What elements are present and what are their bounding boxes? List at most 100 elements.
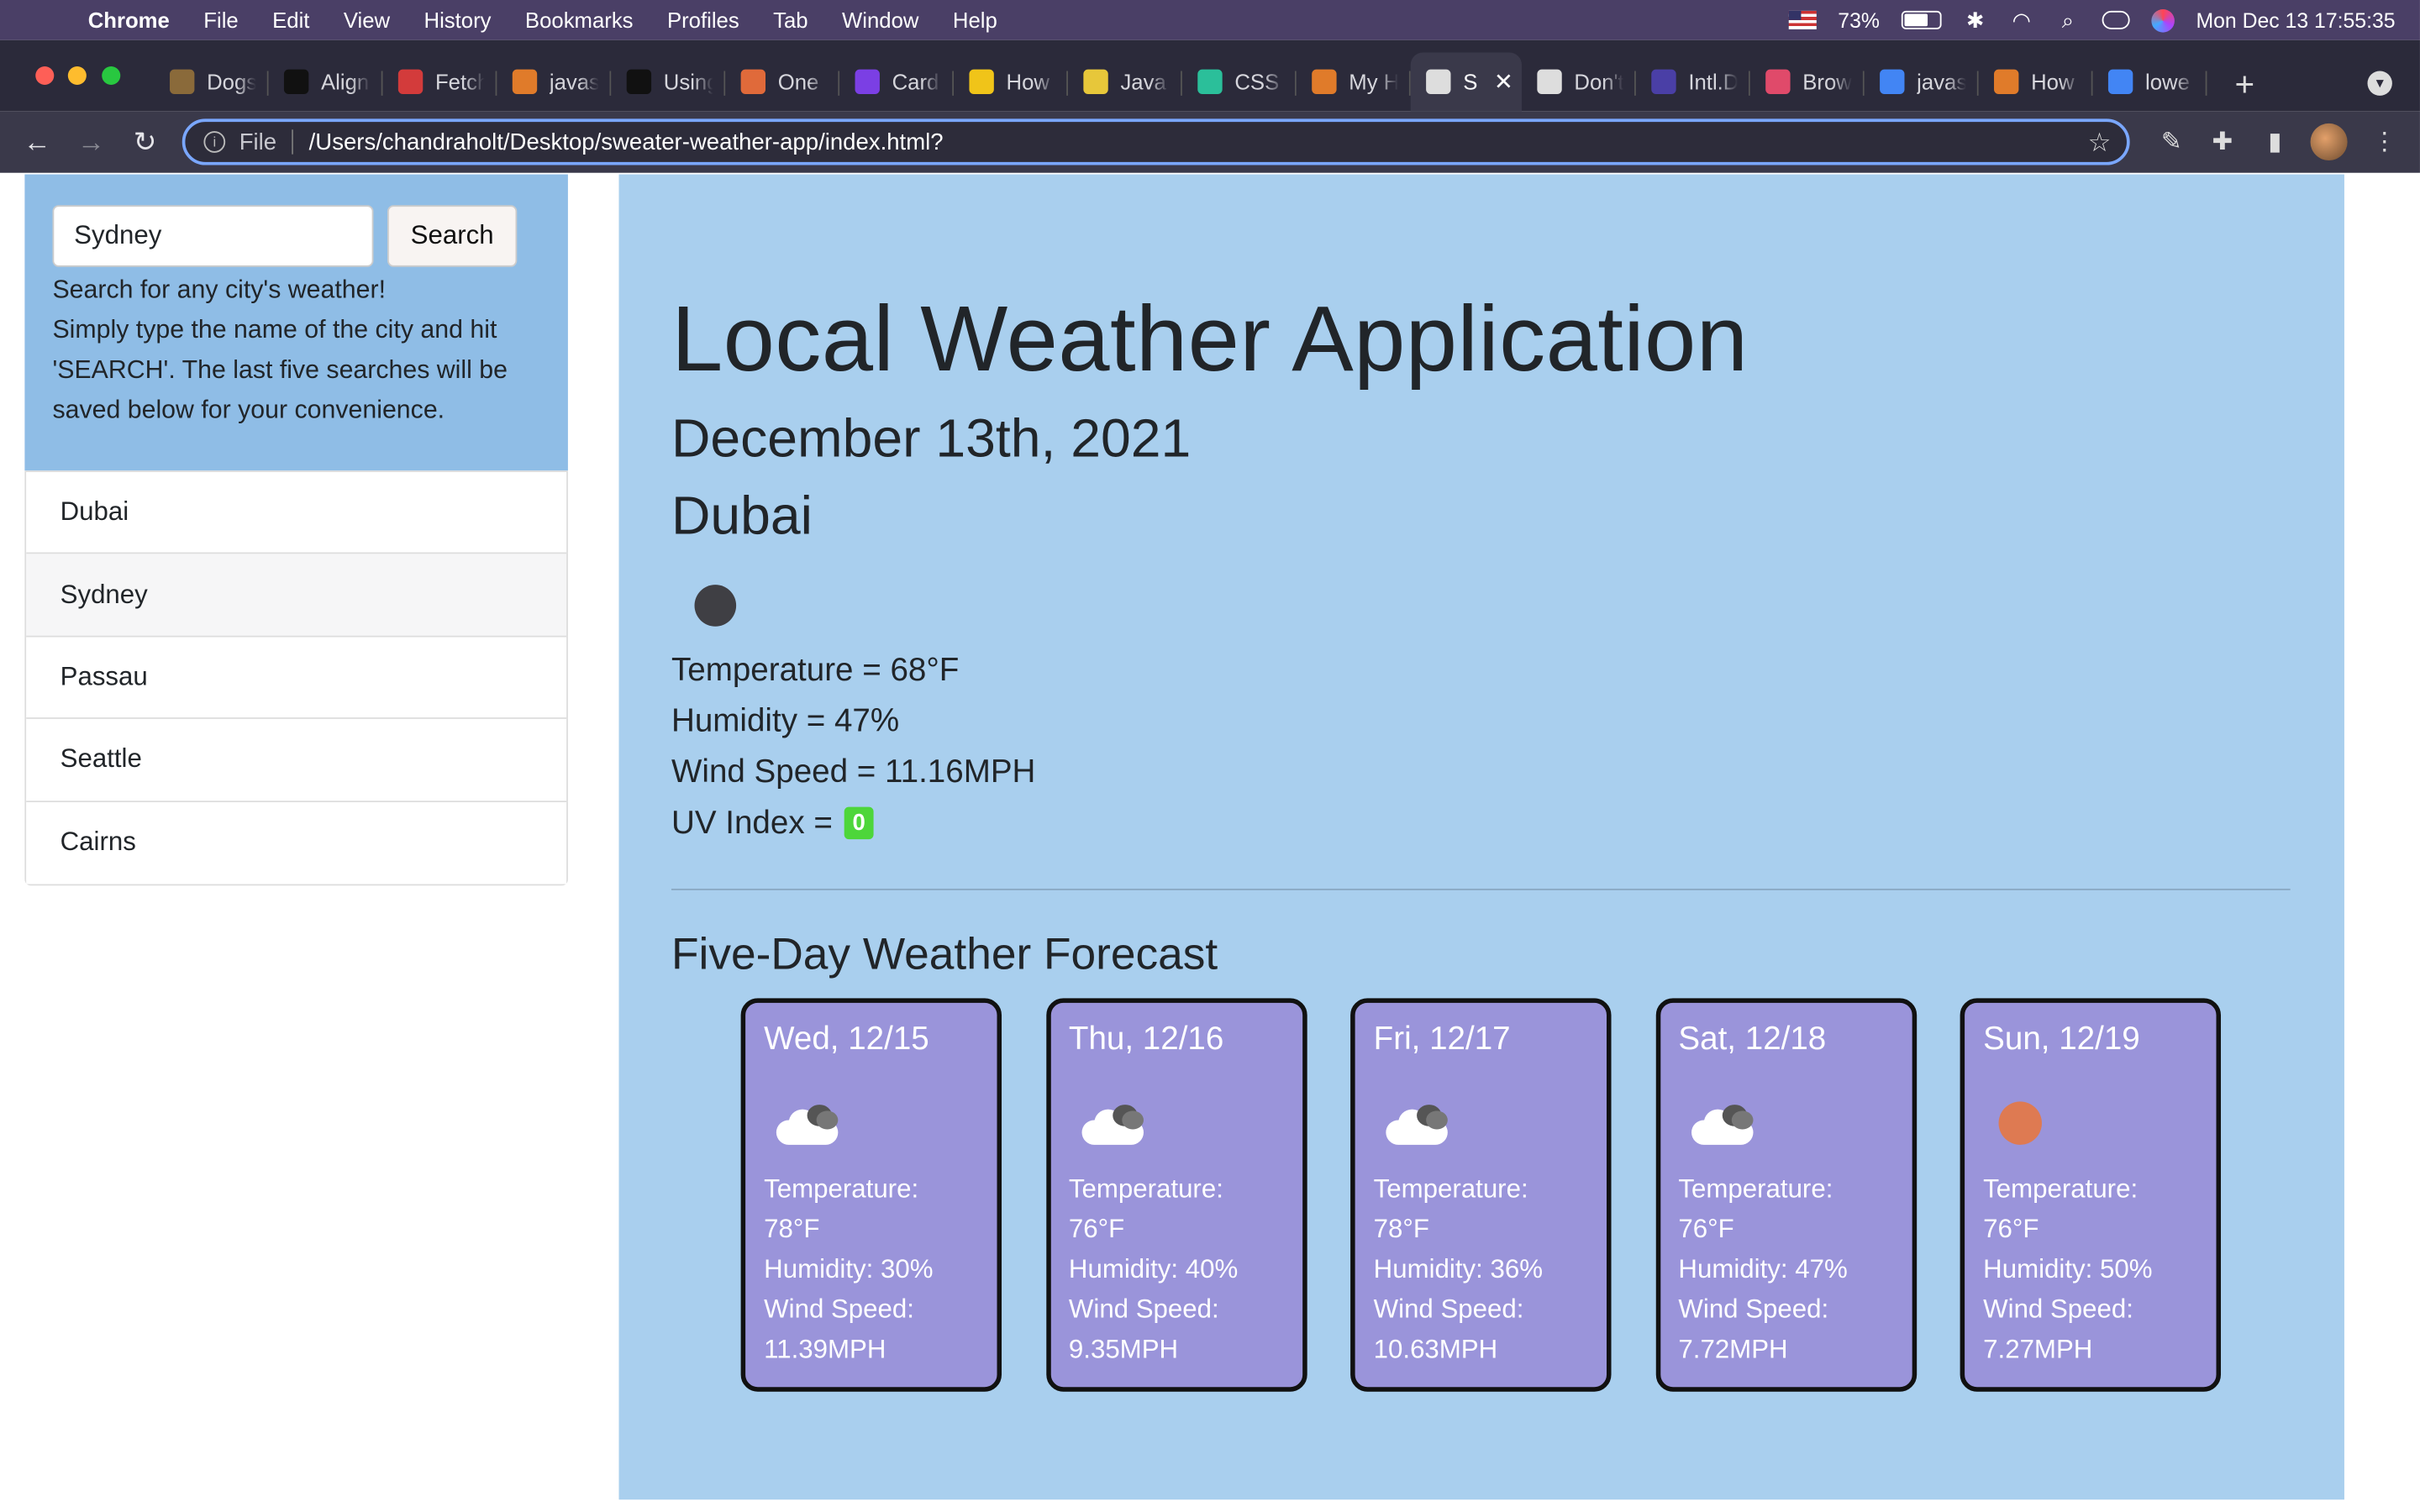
history-item-seattle[interactable]: Seattle [26,719,567,802]
tab-favicon-icon [397,69,424,95]
forecast-wind-label: Wind Speed: [764,1294,914,1324]
browser-tab[interactable]: Don't [1522,52,1636,111]
screen: Chrome File Edit View History Bookmarks … [0,0,2420,1512]
cloud-icon [1386,1105,1448,1145]
uv-index-row: UV Index = 0 [671,806,873,843]
spotlight-search-icon[interactable]: ⌕ [2055,7,2080,32]
zoom-window-icon[interactable] [102,66,121,86]
search-button[interactable]: Search [387,205,518,267]
tab-favicon-icon [1426,69,1451,95]
siri-icon[interactable] [2151,8,2175,32]
forecast-temp: 78°F [1373,1214,1429,1244]
current-date: December 13th, 2021 [671,408,1192,470]
pen-extension-icon[interactable]: ✎ [2156,127,2187,158]
control-center-icon[interactable] [2102,10,2130,29]
forecast-wind: 9.35MPH [1068,1334,1179,1364]
input-source-flag-icon[interactable] [1788,10,1817,29]
menu-file[interactable]: File [203,8,238,32]
close-window-icon[interactable] [35,66,55,86]
search-panel: Search Search for any city's weather! Si… [24,174,568,471]
browser-tab[interactable]: Align [269,52,383,111]
forecast-temp-label: Temperature: [1983,1173,2139,1204]
forecast-humidity: Humidity: 36% [1373,1254,1543,1284]
reload-icon[interactable]: ↻ [127,123,164,160]
tab-label: S [1463,69,1478,95]
apple-icon[interactable] [33,8,57,32]
browser-tab[interactable]: Brow [1750,52,1865,111]
tab-close-icon[interactable]: ✕ [1494,68,1513,96]
bookmark-star-icon[interactable]: ☆ [2088,128,2112,159]
info-icon[interactable]: i [203,131,226,153]
profile-avatar[interactable] [2310,123,2348,161]
tab-label: Fetch [434,69,485,95]
cloud-icon [776,1105,839,1145]
browser-tab[interactable]: javas [1865,52,1979,111]
menu-edit[interactable]: Edit [272,8,309,32]
address-bar[interactable]: i File /Users/chandraholt/Desktop/sweate… [182,118,2130,165]
url-text[interactable]: /Users/chandraholt/Desktop/sweater-weath… [309,129,944,155]
menu-help[interactable]: Help [953,8,997,32]
city-search-input[interactable] [52,205,374,267]
tab-label: Don't [1574,69,1624,95]
search-help-text: Search for any city's weather! Simply ty… [52,270,546,430]
tab-favicon-icon [1765,69,1791,95]
history-item-passau[interactable]: Passau [26,637,567,720]
browser-tab[interactable]: Java [1068,52,1182,111]
tab-favicon-icon [1083,69,1108,95]
forecast-temp: 76°F [1983,1214,2039,1244]
forecast-card: Sun, 12/19 Temperature: 76°F Humidity: 50% W… [1960,998,2222,1392]
back-arrow-icon[interactable]: ← [18,123,55,160]
menu-profiles[interactable]: Profiles [667,8,739,32]
history-item-dubai[interactable]: Dubai [26,472,567,555]
new-tab-plus-icon[interactable]: + [2235,65,2255,105]
browser-tab[interactable]: One [725,52,840,111]
forecast-temp-label: Temperature: [764,1173,919,1204]
tab-favicon-icon [626,69,652,95]
menu-window[interactable]: Window [842,8,918,32]
browser-tab[interactable]: Card [839,52,955,111]
sun-icon [1998,1101,2042,1145]
tab-favicon-icon [283,69,309,95]
browser-tab[interactable]: lowe [2093,52,2207,111]
forecast-temp-label: Temperature: [1373,1173,1528,1204]
forecast-title: Five-Day Weather Forecast [671,930,1218,980]
browser-tab[interactable]: My H [1297,52,1411,111]
history-item-sydney[interactable]: Sydney [26,554,567,638]
forecast-card: Thu, 12/16 Temperature: 76°F Humidity: 40% W… [1045,998,1307,1392]
forecast-details: Temperature: 76°F Humidity: 50% Wind Speed:… [1983,1169,2152,1370]
browser-tab[interactable]: Fetch [383,52,497,111]
cloud-icon [1081,1105,1144,1145]
side-panel-icon[interactable]: ▮ [2260,127,2291,158]
minimize-window-icon[interactable] [67,66,87,86]
browser-tab[interactable]: How [1979,52,2093,111]
forecast-day: Sun, 12/19 [1983,1021,2140,1058]
menu-bookmarks[interactable]: Bookmarks [525,8,634,32]
tab-favicon-icon [170,69,195,95]
tab-label: My H [1349,69,1399,95]
forecast-temp: 76°F [1068,1214,1125,1244]
menu-history[interactable]: History [424,8,492,32]
browser-tab[interactable]: Using [611,52,726,111]
tab-favicon-icon [1537,69,1562,95]
history-item-cairns[interactable]: Cairns [26,801,567,885]
wifi-icon[interactable]: ◠ [2009,7,2033,32]
forward-arrow-icon[interactable]: → [72,123,109,160]
more-menu-icon[interactable]: ⋮ [2369,127,2400,158]
menu-clock[interactable]: Mon Dec 13 17:55:35 [2196,8,2395,32]
browser-tab[interactable]: S ✕ [1410,52,1522,112]
tab-label: javas [1917,69,1966,95]
browser-tab[interactable]: javas [497,52,612,111]
menu-tab[interactable]: Tab [773,8,808,32]
battery-icon[interactable] [1901,10,1942,29]
tab-search-chevron-icon[interactable]: ▾ [2367,71,2392,96]
menu-view[interactable]: View [344,8,390,32]
browser-tab[interactable]: Intl.D [1636,52,1750,111]
extensions-puzzle-icon[interactable]: ✚ [2207,127,2238,158]
menu-app-name[interactable]: Chrome [88,8,170,32]
browser-tab[interactable]: How [954,52,1068,111]
tab-favicon-icon [740,69,766,95]
browser-tab[interactable]: CSS [1182,52,1297,111]
browser-tab[interactable]: Dogs [155,52,269,111]
current-temperature: Temperature = 68°F [671,652,960,689]
bluetooth-icon[interactable]: ✱ [1963,7,1987,32]
